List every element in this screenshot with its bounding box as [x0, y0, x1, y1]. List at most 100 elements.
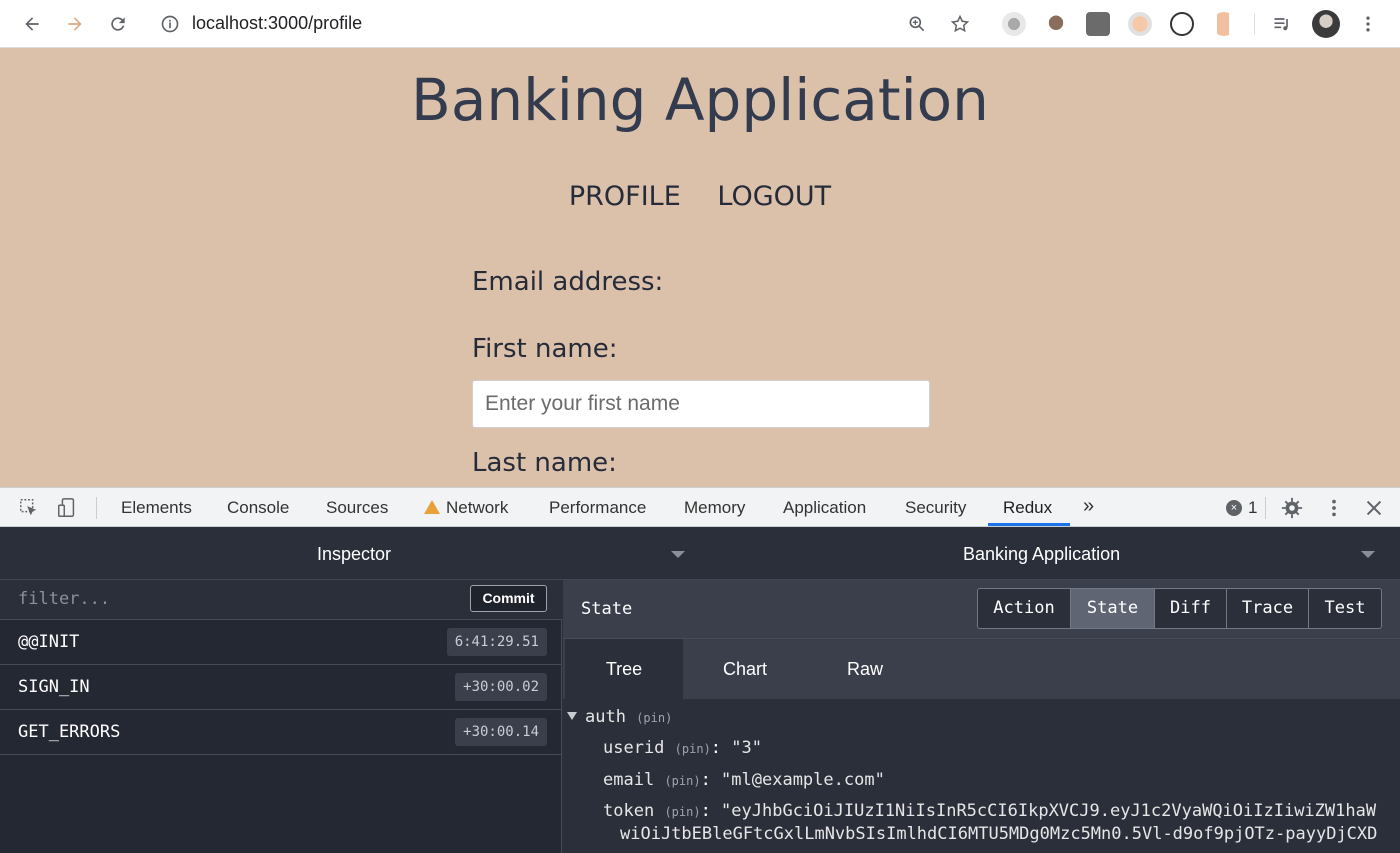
- error-icon: ×: [1226, 500, 1242, 516]
- tree-value: "3": [731, 738, 762, 758]
- tree-node-auth[interactable]: auth (pin): [567, 707, 672, 727]
- extension-icon[interactable]: [1170, 12, 1194, 36]
- redux-header: Inspector Banking Application: [0, 527, 1400, 580]
- profile-avatar[interactable]: [1312, 10, 1340, 38]
- first-name-input[interactable]: [472, 380, 930, 428]
- tab-redux[interactable]: Redux: [1003, 498, 1052, 518]
- email-label: Email address:: [472, 267, 664, 297]
- tree-value: "ml@example.com": [721, 770, 885, 790]
- site-info-icon[interactable]: [160, 14, 180, 34]
- action-item[interactable]: @@INIT 6:41:29.51: [0, 620, 562, 665]
- tree-node-email: email (pin): "ml@example.com": [603, 770, 885, 790]
- state-panel: State Action State Diff Trace Test Tree …: [563, 580, 1400, 853]
- tab-console[interactable]: Console: [227, 498, 289, 518]
- extension-icon[interactable]: [1044, 12, 1068, 36]
- extension-icon[interactable]: [1212, 12, 1236, 36]
- devtools-tabbar: Elements Console Sources Network Perform…: [0, 487, 1400, 527]
- pin-link[interactable]: (pin): [675, 742, 711, 756]
- device-toolbar-icon[interactable]: [56, 497, 78, 519]
- tree-key: token: [603, 801, 655, 821]
- forward-icon[interactable]: [61, 10, 89, 38]
- state-tree: auth (pin) userid (pin): "3" email (pin)…: [563, 699, 1400, 853]
- devtools-menu-icon[interactable]: [1323, 497, 1345, 519]
- url-host: localhost: [192, 13, 264, 33]
- media-queue-icon[interactable]: [1268, 10, 1296, 38]
- commit-button[interactable]: Commit: [470, 585, 547, 612]
- tab-chart[interactable]: Chart: [685, 639, 805, 699]
- action-time: +30:00.14: [455, 718, 547, 746]
- tree-value: wiOiJtbEBleGFtcGxlLmNvbSIsImlhdCI6MTU5MD…: [620, 824, 1378, 844]
- action-name: @@INIT: [18, 632, 80, 652]
- action-name: SIGN_IN: [18, 677, 90, 697]
- segment-trace[interactable]: Trace: [1226, 588, 1309, 629]
- zoom-icon[interactable]: [903, 10, 931, 38]
- back-icon[interactable]: [18, 10, 46, 38]
- tree-node-token: token (pin): "eyJhbGciOiJIUzI1NiIsInR5cC…: [603, 801, 1377, 821]
- instance-dropdown[interactable]: Banking Application: [963, 544, 1120, 565]
- pin-link[interactable]: (pin): [664, 774, 700, 788]
- expand-arrow-icon[interactable]: [567, 712, 577, 720]
- browser-menu-icon[interactable]: [1354, 10, 1382, 38]
- tab-sources[interactable]: Sources: [326, 498, 388, 518]
- action-item[interactable]: SIGN_IN +30:00.02: [0, 665, 562, 710]
- segment-test[interactable]: Test: [1308, 588, 1382, 629]
- tab-elements[interactable]: Elements: [121, 498, 192, 518]
- devtools-divider: [1265, 497, 1266, 519]
- extension-icon[interactable]: [1128, 12, 1152, 36]
- segment-action[interactable]: Action: [977, 588, 1071, 629]
- last-name-label: Last name:: [472, 448, 617, 478]
- first-name-label: First name:: [472, 334, 618, 364]
- pin-link[interactable]: (pin): [636, 711, 672, 725]
- nav-logout-link[interactable]: LOGOUT: [717, 181, 831, 212]
- tab-tree[interactable]: Tree: [565, 639, 683, 699]
- tab-application[interactable]: Application: [783, 498, 866, 518]
- url-path: :3000/profile: [263, 13, 363, 33]
- bookmark-star-icon[interactable]: [946, 10, 974, 38]
- redux-devtools: Inspector Banking Application Commit @@I…: [0, 527, 1400, 853]
- action-list-panel: Commit @@INIT 6:41:29.51 SIGN_IN +30:00.…: [0, 580, 562, 853]
- filter-row: Commit: [0, 580, 562, 620]
- extension-icon[interactable]: [1086, 12, 1110, 36]
- tab-network[interactable]: Network: [424, 498, 508, 518]
- action-time: +30:00.02: [455, 673, 547, 701]
- tree-node-token-continued: wiOiJtbEBleGFtcGxlLmNvbSIsImlhdCI6MTU5MD…: [620, 824, 1377, 844]
- browser-toolbar: localhost:3000/profile: [0, 0, 1400, 48]
- filter-input[interactable]: [18, 589, 418, 609]
- tab-security[interactable]: Security: [905, 498, 966, 518]
- url-text[interactable]: localhost:3000/profile: [192, 13, 362, 34]
- inspector-dropdown[interactable]: Inspector: [317, 544, 391, 565]
- more-tabs-icon[interactable]: »: [1083, 495, 1094, 518]
- app-title: Banking Application: [411, 66, 989, 134]
- view-tabs: Tree Chart Raw: [563, 639, 1400, 699]
- tree-key: auth: [585, 707, 626, 727]
- pin-link[interactable]: (pin): [664, 805, 700, 819]
- tab-network-label: Network: [446, 498, 509, 517]
- toolbar-divider: [1254, 14, 1255, 34]
- reload-icon[interactable]: [104, 10, 132, 38]
- address-bar[interactable]: localhost:3000/profile: [150, 6, 985, 42]
- page-content: Banking Application PROFILE LOGOUT Email…: [0, 48, 1400, 487]
- warning-icon: [424, 500, 440, 514]
- tab-memory[interactable]: Memory: [684, 498, 745, 518]
- segment-state[interactable]: State: [1070, 588, 1155, 629]
- error-count: 1: [1248, 498, 1258, 517]
- inspector-dropdown-chevron-icon[interactable]: [671, 551, 685, 558]
- tree-key: userid: [603, 738, 665, 758]
- tab-raw[interactable]: Raw: [805, 639, 925, 699]
- action-name: GET_ERRORS: [18, 722, 121, 742]
- error-count-badge[interactable]: × 1: [1226, 498, 1257, 518]
- devtools-divider: [96, 497, 97, 519]
- segment-diff[interactable]: Diff: [1154, 588, 1227, 629]
- settings-gear-icon[interactable]: [1281, 497, 1303, 519]
- action-item[interactable]: GET_ERRORS +30:00.14: [0, 710, 562, 755]
- inspect-element-icon[interactable]: [18, 497, 40, 519]
- state-bar: State Action State Diff Trace Test: [563, 580, 1400, 639]
- tab-performance[interactable]: Performance: [549, 498, 646, 518]
- tree-key: email: [603, 770, 655, 790]
- close-devtools-icon[interactable]: [1363, 497, 1385, 519]
- nav-profile-link[interactable]: PROFILE: [569, 181, 681, 212]
- extension-icon[interactable]: [1002, 12, 1026, 36]
- action-time: 6:41:29.51: [446, 628, 547, 656]
- main-nav: PROFILE LOGOUT: [0, 181, 1400, 212]
- instance-dropdown-chevron-icon[interactable]: [1361, 551, 1375, 558]
